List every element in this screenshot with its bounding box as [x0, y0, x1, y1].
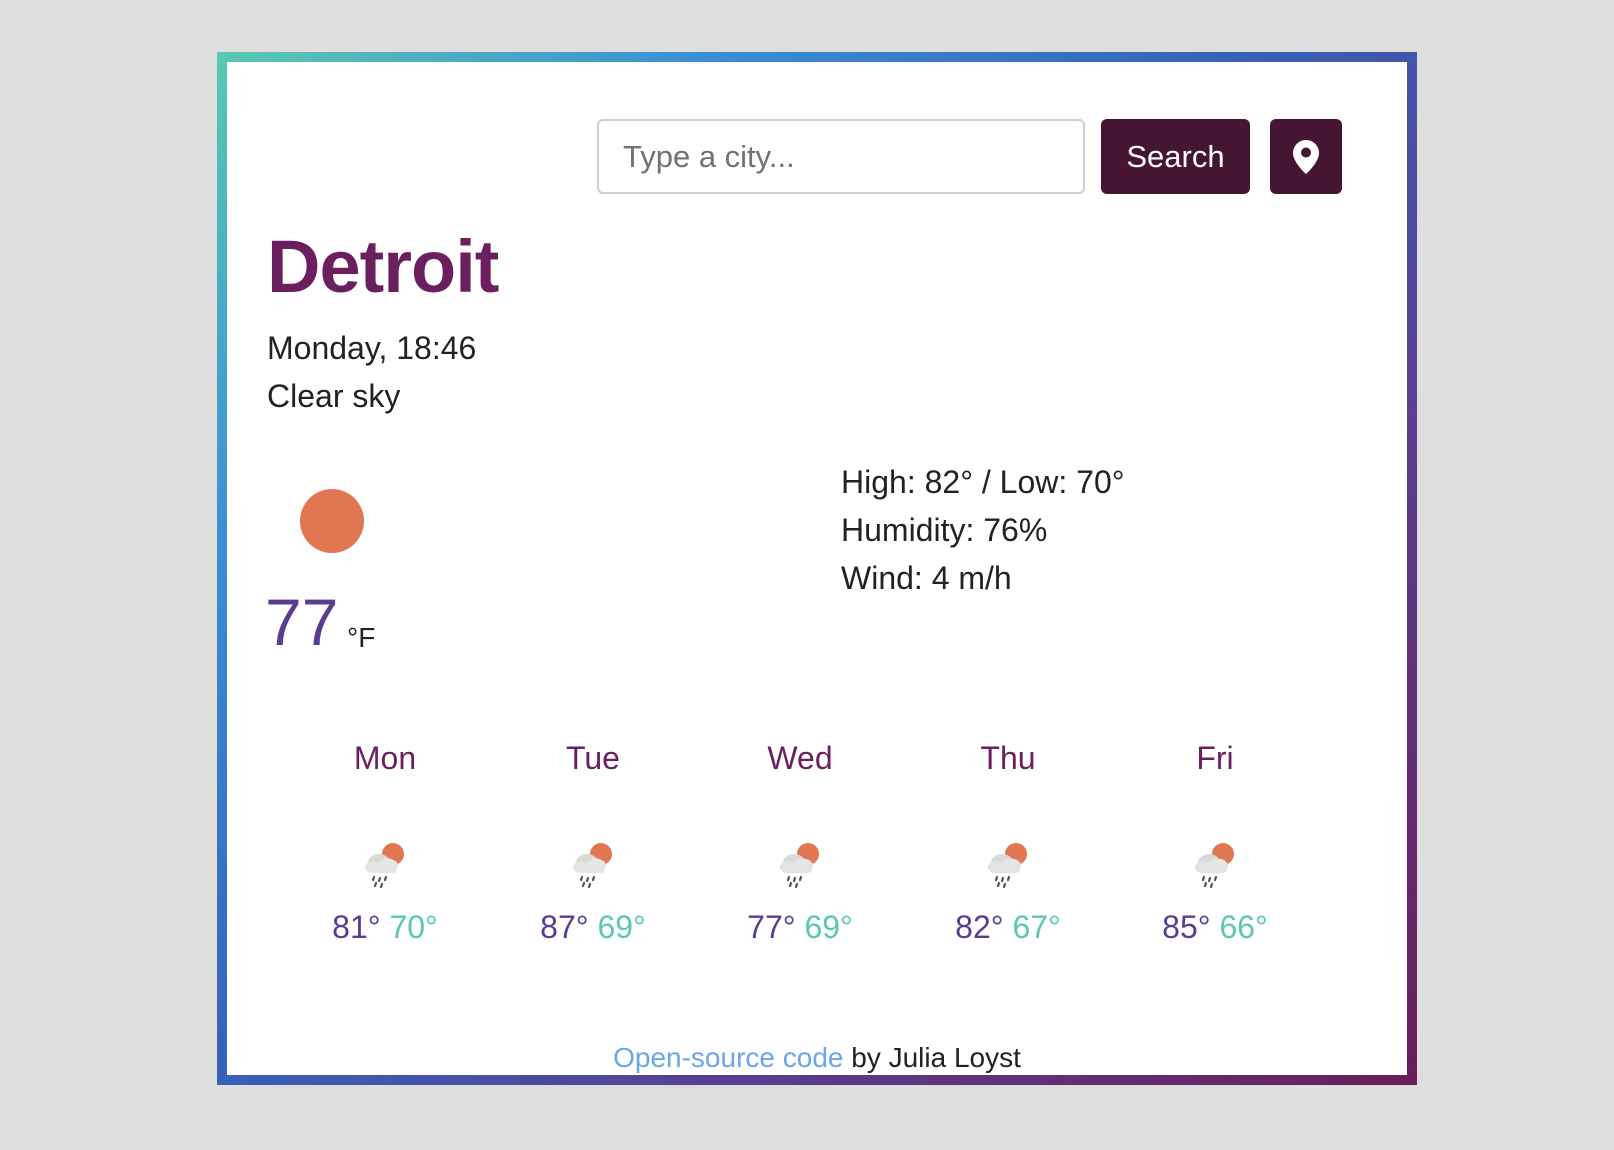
current-temperature: 77	[265, 585, 339, 659]
sun-icon	[300, 489, 364, 553]
forecast-temps: 82° 67°	[918, 909, 1098, 946]
forecast-max-temp: 77°	[747, 909, 796, 945]
forecast-min-temp: 67°	[1012, 909, 1061, 945]
forecast-min-temp: 69°	[597, 909, 646, 945]
humidity: Humidity: 76%	[841, 512, 1048, 548]
forecast-day: Thu 82° 67°	[918, 740, 1098, 946]
forecast-max-temp: 85°	[1162, 909, 1211, 945]
high-low-temperature: High: 82° / Low: 70°	[841, 464, 1125, 500]
footer: Open-source code by Julia Loyst	[227, 1042, 1407, 1074]
forecast-temps: 85° 66°	[1125, 909, 1305, 946]
current-datetime: Monday, 18:46	[267, 330, 477, 366]
rain-sun-cloud-icon	[988, 843, 1027, 889]
temperature-unit: °F	[347, 622, 376, 653]
footer-credit: by Julia Loyst	[843, 1042, 1021, 1073]
wind-speed: Wind: 4 m/h	[841, 560, 1012, 596]
weather-card: Search Detroit Monday, 18:46 Clear sky 7…	[227, 62, 1407, 1075]
search-button[interactable]: Search	[1101, 119, 1250, 194]
forecast-temps: 81° 70°	[295, 909, 475, 946]
forecast-max-temp: 81°	[332, 909, 381, 945]
forecast-min-temp: 69°	[804, 909, 853, 945]
forecast-day: Fri 85° 66°	[1125, 740, 1305, 946]
forecast-day-name: Thu	[980, 740, 1036, 776]
forecast-max-temp: 82°	[955, 909, 1004, 945]
city-search-input[interactable]	[597, 119, 1085, 194]
forecast-day-name: Tue	[566, 740, 620, 776]
rain-sun-cloud-icon	[365, 843, 404, 889]
current-location-button[interactable]	[1270, 119, 1342, 194]
forecast-day: Wed 77° 69°	[710, 740, 890, 946]
forecast-min-temp: 66°	[1219, 909, 1268, 945]
city-name: Detroit	[267, 225, 499, 308]
map-marker-icon	[1293, 139, 1319, 174]
weather-description: Clear sky	[267, 378, 401, 414]
rain-sun-cloud-icon	[780, 843, 819, 889]
forecast-temps: 87° 69°	[503, 909, 683, 946]
forecast-day-name: Wed	[767, 740, 833, 776]
forecast-day: Tue 87° 69°	[503, 740, 683, 946]
source-code-link[interactable]: Open-source code	[613, 1042, 843, 1073]
forecast-day-name: Mon	[353, 740, 417, 776]
forecast-min-temp: 70°	[389, 909, 438, 945]
forecast-day: Mon 81° 70°	[295, 740, 475, 946]
rain-sun-cloud-icon	[1195, 843, 1234, 889]
forecast-day-name: Fri	[1196, 740, 1234, 776]
rain-sun-cloud-icon	[573, 843, 612, 889]
forecast-max-temp: 87°	[540, 909, 589, 945]
forecast-temps: 77° 69°	[710, 909, 890, 946]
gradient-frame: Search Detroit Monday, 18:46 Clear sky 7…	[217, 52, 1417, 1085]
